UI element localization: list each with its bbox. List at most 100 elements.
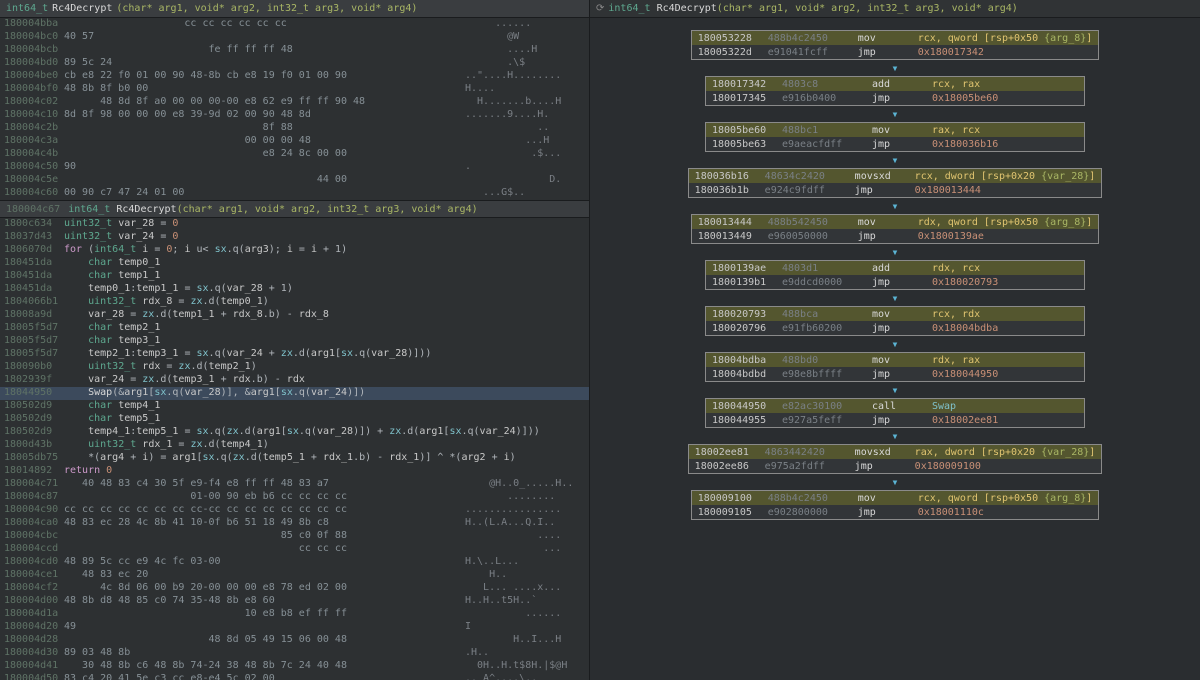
hex-row[interactable]: 180004c71 40 48 83 c4 30 5f e9-f4 e8 ff …	[0, 478, 589, 491]
asm-row[interactable]: 18005322de91041fcffjmp0x180017342	[692, 45, 1099, 59]
decompiler-line[interactable]: 18037d43uint32_t var_24 = 0	[0, 231, 589, 244]
asm-row[interactable]: 18004bdba488bd0movrdx, rax	[706, 353, 1084, 367]
graph-node[interactable]: 180053228488b4c2450movrcx, qword [rsp+0x…	[691, 30, 1100, 60]
hex-row[interactable]: 180004c5090.	[0, 161, 589, 174]
decompiler-line[interactable]: 1806070dfor (int64_t i = 0; i u< sx.q(ar…	[0, 244, 589, 257]
hex-row[interactable]: 180004d1a 10 e8 b8 ef ff ff ......	[0, 608, 589, 621]
decompiler-line[interactable]: 18008a9d var_28 = zx.d(temp1_1 + rdx_8.b…	[0, 309, 589, 322]
hex-row[interactable]: 180004d0048 8b d8 48 85 c0 74 35-48 8b e…	[0, 595, 589, 608]
hex-row[interactable]: 180004c6000 90 c7 47 24 01 00 ...G$..	[0, 187, 589, 200]
decompiler-line[interactable]: 180502d9 char temp5_1	[0, 413, 589, 426]
asm-row[interactable]: 1800139ae4803d1addrdx, rcx	[706, 261, 1084, 275]
flow-arrow-icon: ▾	[891, 156, 898, 164]
hex-row[interactable]: 180004c87 01-00 90 eb b6 cc cc cc cc ...…	[0, 491, 589, 504]
hex-row[interactable]: 180004c4b e8 24 8c 00 00 .$...	[0, 148, 589, 161]
hex-row[interactable]: 180004bf048 8b 8f b0 00H....	[0, 83, 589, 96]
decompiler-header[interactable]: 180004c67 int64_t Rc4Decrypt(char* arg1,…	[0, 200, 589, 218]
hex-row[interactable]: 180004c02 48 8d 8f a0 00 00 00-00 e8 62 …	[0, 96, 589, 109]
hex-row[interactable]: 180004c90cc cc cc cc cc cc cc cc-cc cc c…	[0, 504, 589, 517]
asm-row[interactable]: 180017345e916b0400jmp0x18005be60	[706, 91, 1084, 105]
hex-row[interactable]: 180004cf2 4c 8d 06 00 b9 20-00 00 00 e8 …	[0, 582, 589, 595]
decompiler-line[interactable]: 18005db75 *(arg4 + i) = arg1[sx.q(zx.d(t…	[0, 452, 589, 465]
decompiler-line[interactable]: 18014892return 0	[0, 465, 589, 478]
asm-row[interactable]: 180036b1648634c2420movsxdrcx, dword [rsp…	[689, 169, 1102, 183]
graph-node[interactable]: 18004bdba488bd0movrdx, rax18004bdbde98e8…	[705, 352, 1085, 382]
hex-row[interactable]: 180004c2b 8f 88 ..	[0, 122, 589, 135]
hex-row[interactable]: 180004bd089 5c 24 .\$	[0, 57, 589, 70]
graph-node[interactable]: 1800139ae4803d1addrdx, rcx1800139b1e9ddc…	[705, 260, 1085, 290]
asm-row[interactable]: 180020793488bcamovrcx, rdx	[706, 307, 1084, 321]
hex-row[interactable]: 180004bcb fe ff ff ff 48 ....H	[0, 44, 589, 57]
decompiler-line[interactable]: 180090b0 uint32_t rdx = zx.d(temp2_1)	[0, 361, 589, 374]
asm-row[interactable]: 180044955e927a5feffjmp0x18002ee81	[706, 413, 1084, 427]
hex-view-top[interactable]: 180004bba cc cc cc cc cc cc ......180004…	[0, 18, 589, 200]
graph-node[interactable]: 180013444488b542450movrdx, qword [rsp+0x…	[691, 214, 1100, 244]
left-signature-header[interactable]: int64_t Rc4Decrypt (char* arg1, void* ar…	[0, 0, 589, 18]
asm-row[interactable]: 18004bdbde98e8bffffjmp0x180044950	[706, 367, 1084, 381]
hex-row[interactable]: 180004bba cc cc cc cc cc cc ......	[0, 18, 589, 31]
flow-arrow-icon: ▾	[891, 432, 898, 440]
hex-row[interactable]: 180004d41 30 48 8b c6 48 8b 74-24 38 48 …	[0, 660, 589, 673]
flow-arrow-icon: ▾	[891, 110, 898, 118]
graph-node[interactable]: 18002ee814863442420movsxdrax, dword [rsp…	[688, 444, 1103, 474]
decompiler-line[interactable]: 180451da char temp0_1	[0, 257, 589, 270]
decompiler-line[interactable]: 18005f5d7 char temp3_1	[0, 335, 589, 348]
left-panel: int64_t Rc4Decrypt (char* arg1, void* ar…	[0, 0, 590, 680]
decompiler-line[interactable]: 180451da char temp1_1	[0, 270, 589, 283]
asm-row[interactable]: 18002ee86e975a2fdffjmp0x180009100	[689, 459, 1102, 473]
hex-row[interactable]: 180004c3a 00 00 00 48 ...H	[0, 135, 589, 148]
decompiler-line[interactable]: 1800d43b uint32_t rdx_1 = zx.d(temp4_1)	[0, 439, 589, 452]
decompiler-line[interactable]: 18044950 Swap(&arg1[sx.q(var_28)], &arg1…	[0, 387, 589, 400]
graph-node[interactable]: 180044950e82ac30100callSwap180044955e927…	[705, 398, 1085, 428]
asm-row[interactable]: 180020796e91fb60200jmp0x18004bdba	[706, 321, 1084, 335]
graph-node[interactable]: 1800173424803c8addrcx, rax180017345e916b…	[705, 76, 1085, 106]
asm-row[interactable]: 18005be63e9aeacfdffjmp0x180036b16	[706, 137, 1084, 151]
hex-row[interactable]: 180004be0cb e8 22 f0 01 00 90 48-8b cb e…	[0, 70, 589, 83]
graph-node[interactable]: 18005be60488bc1movrax, rcx18005be63e9aea…	[705, 122, 1085, 152]
asm-row[interactable]: 180053228488b4c2450movrcx, qword [rsp+0x…	[692, 31, 1099, 45]
hex-row[interactable]: 180004d3089 03 48 8b.H..	[0, 647, 589, 660]
decompiler-line[interactable]: 18005f5d7 temp2_1:temp3_1 = sx.q(var_24 …	[0, 348, 589, 361]
hex-row[interactable]: 180004cbc 85 c0 0f 88 ....	[0, 530, 589, 543]
asm-row[interactable]: 180013449e960050000jmp0x1800139ae	[692, 229, 1099, 243]
asm-row[interactable]: 18005be60488bc1movrax, rcx	[706, 123, 1084, 137]
decompiler-line[interactable]: 18005f5d7 char temp2_1	[0, 322, 589, 335]
asm-row[interactable]: 180013444488b542450movrdx, qword [rsp+0x…	[692, 215, 1099, 229]
graph-node[interactable]: 180009100488b4c2450movrcx, qword [rsp+0x…	[691, 490, 1100, 520]
asm-row[interactable]: 180009100488b4c2450movrcx, qword [rsp+0x…	[692, 491, 1099, 505]
hex-row[interactable]: 180004d28 48 8d 05 49 15 06 00 48 H..I..…	[0, 634, 589, 647]
hex-row[interactable]: 180004cd048 89 5c cc e9 4c fc 03-00H.\..…	[0, 556, 589, 569]
graph-node[interactable]: 180020793488bcamovrcx, rdx180020796e91fb…	[705, 306, 1085, 336]
graph-node[interactable]: 180036b1648634c2420movsxdrcx, dword [rsp…	[688, 168, 1103, 198]
func-args: (char* arg1, void* arg2, int32_t arg3, v…	[116, 3, 417, 14]
asm-row[interactable]: 180036b1be924c9fdffjmp0x180013444	[689, 183, 1102, 197]
asm-row[interactable]: 180009105e902800000jmp0x18001110c	[692, 505, 1099, 519]
hex-view-bottom[interactable]: 180004c71 40 48 83 c4 30 5f e9-f4 e8 ff …	[0, 478, 589, 680]
right-panel: ⟳ int64_t Rc4Decrypt (char* arg1, void* …	[590, 0, 1200, 680]
hex-row[interactable]: 180004d2049I	[0, 621, 589, 634]
decompiler-line[interactable]: 180502d9 char temp4_1	[0, 400, 589, 413]
control-flow-graph[interactable]: 180053228488b4c2450movrcx, qword [rsp+0x…	[590, 18, 1200, 532]
hex-row[interactable]: 180004ccd cc cc cc ...	[0, 543, 589, 556]
hex-row[interactable]: 180004d5083 c4 20 41 5e c3 cc e8-e4 5c 0…	[0, 673, 589, 680]
decompiler-line[interactable]: 1804066b1 uint32_t rdx_8 = zx.d(temp0_1)	[0, 296, 589, 309]
decompiler-line[interactable]: 1800c634uint32_t var_28 = 0	[0, 218, 589, 231]
hex-row[interactable]: 180004c108d 8f 98 00 00 00 e8 39-9d 02 0…	[0, 109, 589, 122]
hex-row[interactable]: 180004bc040 57 @W	[0, 31, 589, 44]
flow-arrow-icon: ▾	[891, 248, 898, 256]
asm-row[interactable]: 180044950e82ac30100callSwap	[706, 399, 1084, 413]
reload-icon[interactable]: ⟳	[596, 3, 604, 14]
decompiler-line[interactable]: 180451da temp0_1:temp1_1 = sx.q(var_28 +…	[0, 283, 589, 296]
flow-arrow-icon: ▾	[891, 386, 898, 394]
r-func-name: Rc4Decrypt	[657, 3, 717, 14]
hex-row[interactable]: 180004ce1 48 83 ec 20 H..	[0, 569, 589, 582]
decompiler-line[interactable]: 180502d9 temp4_1:temp5_1 = sx.q(zx.d(arg…	[0, 426, 589, 439]
right-signature-header[interactable]: ⟳ int64_t Rc4Decrypt (char* arg1, void* …	[590, 0, 1200, 18]
decompiler-line[interactable]: 1802939f var_24 = zx.d(temp3_1 + rdx.b) …	[0, 374, 589, 387]
asm-row[interactable]: 18002ee814863442420movsxdrax, dword [rsp…	[689, 445, 1102, 459]
decompiler-view[interactable]: 1800c634uint32_t var_28 = 018037d43uint3…	[0, 218, 589, 478]
asm-row[interactable]: 1800139b1e9ddcd0000jmp0x180020793	[706, 275, 1084, 289]
asm-row[interactable]: 1800173424803c8addrcx, rax	[706, 77, 1084, 91]
hex-row[interactable]: 180004c5e 44 00 D.	[0, 174, 589, 187]
hex-row[interactable]: 180004ca048 83 ec 28 4c 8b 41 10-0f b6 5…	[0, 517, 589, 530]
